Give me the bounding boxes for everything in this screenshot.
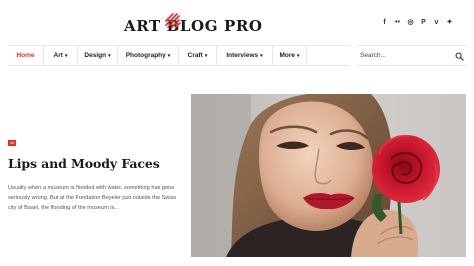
site-logo[interactable]: ART BLOG PRO — [124, 13, 262, 38]
nav-item-label: Design — [84, 52, 107, 59]
nav-item-interviews[interactable]: Interviews ▾ — [217, 46, 273, 65]
vimeo-icon[interactable]: v — [430, 18, 443, 28]
search-icon[interactable] — [455, 52, 464, 61]
pinterest-icon[interactable]: P — [417, 18, 430, 28]
post-title[interactable]: Lips and Moody Faces — [8, 156, 160, 171]
nav-item-art[interactable]: Art ▾ — [44, 46, 78, 65]
post-excerpt: Usually when a museum is flooded with wa… — [8, 185, 177, 211]
chevron-down-icon: ▾ — [167, 52, 171, 59]
flickr-icon[interactable]: •• — [391, 18, 404, 28]
nav-item-label: Home — [16, 52, 35, 59]
logo-text: ART BLOG PRO — [124, 17, 263, 35]
social-links: f •• ◎ P v ✦ — [378, 18, 456, 28]
nav-item-home[interactable]: Home — [8, 46, 44, 65]
nav-item-label: Photography — [125, 52, 166, 59]
nav-item-label: Art — [53, 52, 63, 59]
nav-item-label: Interviews — [226, 52, 259, 59]
nav-item-photography[interactable]: Photography ▾ — [118, 46, 179, 65]
chevron-down-icon: ▾ — [260, 52, 263, 59]
nav-item-label: More — [279, 52, 295, 59]
chevron-down-icon: ▾ — [204, 52, 208, 59]
twitter-icon[interactable]: ✦ — [443, 18, 456, 28]
nav-item-label: Craft — [187, 52, 203, 59]
search-bar — [357, 45, 467, 66]
main-navigation: Home Art ▾ Design ▾ Photography ▾ Craft … — [8, 45, 350, 66]
facebook-icon[interactable]: f — [378, 18, 391, 28]
chevron-down-icon: ▾ — [64, 52, 68, 59]
nav-item-design[interactable]: Design ▾ — [78, 46, 118, 65]
chevron-down-icon: ▾ — [297, 52, 300, 59]
nav-item-more[interactable]: More ▾ — [273, 46, 307, 65]
featured-image[interactable] — [191, 94, 466, 257]
nav-item-craft[interactable]: Craft ▾ — [179, 46, 217, 65]
chevron-down-icon: ▾ — [108, 52, 111, 59]
search-input[interactable] — [360, 52, 450, 59]
brush-stroke-icon — [165, 13, 181, 28]
category-badge[interactable]: Art — [8, 140, 17, 146]
instagram-icon[interactable]: ◎ — [404, 18, 417, 28]
